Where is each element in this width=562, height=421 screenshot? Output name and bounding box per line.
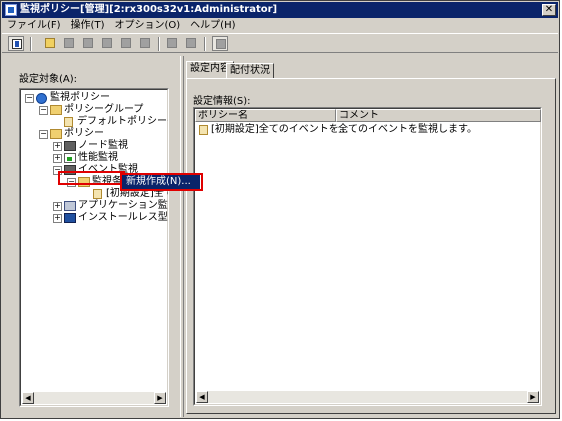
settings-info-label: 設定情報(S): [193,96,251,107]
expand-performance-monitoring-toggle[interactable]: + [53,154,62,163]
delete-button[interactable] [137,36,153,51]
app-icon [5,4,17,16]
new-button[interactable] [42,36,58,51]
expand-node-monitoring-toggle[interactable]: + [53,142,62,151]
scroll-left-button[interactable]: ◀ [22,392,34,404]
left-pane: 設定対象(A): − 監視ポリシー − ポリシーグループ デフォルトポリシーグル… [2,56,179,417]
list-horizontal-scrollbar[interactable]: ◀ ▶ [196,391,539,403]
refresh-button[interactable] [212,36,228,51]
refresh-icon [216,39,226,49]
duplicate-button[interactable] [118,36,134,51]
expand-policy-group-toggle[interactable]: − [39,106,48,115]
globe-icon [36,93,47,104]
row-policy-name: [初期設定]全てのイベントを... [211,124,349,135]
policy-doc-icon [93,189,102,199]
window-title: 監視ポリシー[管理][2:rx300s32v1:Administrator] [20,4,278,15]
main-window: 監視ポリシー[管理][2:rx300s32v1:Administrator] ✕… [0,0,560,419]
tree-item-application-monitoring[interactable]: アプリケーション監視 [78,200,168,212]
folder-icon [50,105,62,115]
menu-options[interactable]: オプション(O) [109,19,185,33]
highlight-box-monitoring-condition [58,171,125,185]
toolbar [2,33,558,53]
export-button[interactable] [183,36,199,51]
application-icon [64,201,76,211]
new-icon [45,38,55,48]
expand-policy-toggle[interactable]: − [39,130,48,139]
menu-action[interactable]: 操作(T) [66,19,110,33]
column-header-comment[interactable]: コメント [336,109,541,122]
duplicate-icon [121,38,131,48]
scroll-right-button[interactable]: ▶ [154,392,166,404]
menu-help[interactable]: ヘルプ(H) [185,19,240,33]
close-button[interactable]: ✕ [542,4,556,16]
pane-splitter[interactable] [180,56,184,417]
export-icon [186,38,196,48]
row-comment: 全てのイベントを監視します。 [338,124,477,135]
import-button[interactable] [164,36,180,51]
paste-icon [102,38,112,48]
properties-button[interactable] [8,36,24,51]
paste-button[interactable] [99,36,115,51]
expand-application-monitoring-toggle[interactable]: + [53,202,62,211]
scroll-left-button[interactable]: ◀ [196,391,208,403]
policy-doc-icon [199,125,208,135]
tree-item-performance-monitoring[interactable]: 性能監視 [78,152,118,164]
tree-item-policy[interactable]: ポリシー [64,128,104,140]
column-header-policy-name[interactable]: ポリシー名 [195,109,336,122]
delete-icon [140,38,150,48]
folder-icon [50,129,62,139]
tree-horizontal-scrollbar[interactable]: ◀ ▶ [22,392,166,404]
scroll-right-button[interactable]: ▶ [527,391,539,403]
policy-doc-icon [64,117,73,127]
installless-icon [64,213,76,223]
expand-root-toggle[interactable]: − [25,94,34,103]
import-icon [167,38,177,48]
chart-icon [64,153,76,163]
properties-icon [12,39,22,49]
node-monitoring-icon [64,141,76,151]
highlight-box-context-menu [120,173,203,191]
policy-tree[interactable]: − 監視ポリシー − ポリシーグループ デフォルトポリシーグル − ポリシー +… [19,88,169,407]
tab-distribution-status[interactable]: 配付状況 [226,63,274,78]
tree-item-node-monitoring[interactable]: ノード監視 [78,140,128,152]
tree-item-installless-monitoring[interactable]: インストールレス型エ [78,212,168,224]
edit-button[interactable] [80,36,96,51]
tree-item-default-policy-group[interactable]: デフォルトポリシーグル [77,116,168,128]
title-bar[interactable]: 監視ポリシー[管理][2:rx300s32v1:Administrator] ✕ [2,2,558,18]
copy-icon [64,38,74,48]
tree-item-policy-group[interactable]: ポリシーグループ [64,104,143,116]
expand-installless-toggle[interactable]: + [53,214,62,223]
menu-bar: ファイル(F) 操作(T) オプション(O) ヘルプ(H) [2,19,558,33]
target-label: 設定対象(A): [19,74,78,85]
copy-button[interactable] [61,36,77,51]
menu-file[interactable]: ファイル(F) [2,19,66,33]
policy-list[interactable]: ポリシー名 コメント [初期設定]全てのイベントを... 全てのイベントを監視し… [193,107,542,406]
tree-item-root[interactable]: 監視ポリシー [50,92,110,104]
edit-icon [83,38,93,48]
